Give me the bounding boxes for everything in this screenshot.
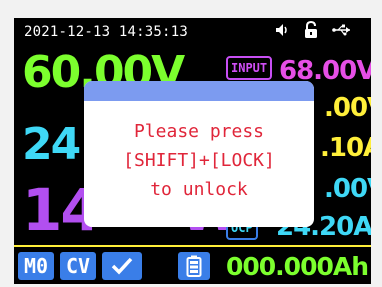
ovp-value: .00V [324, 174, 371, 204]
usb-icon [332, 24, 352, 40]
datetime-label: 2021-12-13 14:35:13 [24, 24, 188, 40]
output-current-value: .10A [320, 133, 371, 163]
unlock-dialog: Please press [SHIFT]+[LOCK] to unlock [84, 81, 314, 227]
power-supply-screen: 2021-12-13 14:35:13 60.00V 24 14 INPUT 6… [14, 18, 371, 284]
dialog-line-3: to unlock [150, 179, 248, 200]
input-tag: INPUT [226, 56, 273, 80]
dialog-line-2: [SHIFT]+[LOCK] [123, 150, 275, 171]
output-voltage-value: .00V [324, 93, 371, 123]
output-toggle-button[interactable] [102, 252, 142, 280]
dialog-header [84, 81, 314, 101]
speaker-icon [274, 22, 290, 42]
battery-button[interactable] [178, 252, 210, 280]
mode-button[interactable]: CV [60, 252, 96, 280]
dialog-message: Please press [SHIFT]+[LOCK] to unlock [84, 117, 314, 204]
battery-icon [186, 255, 202, 277]
capacity-readout: 000.000Ah [226, 252, 369, 281]
current-readout: 24 [22, 119, 81, 170]
checkmark-icon [111, 257, 133, 275]
unlocked-icon [303, 20, 319, 43]
dialog-line-1: Please press [133, 121, 265, 142]
memory-button[interactable]: M0 [18, 252, 54, 280]
divider [14, 245, 371, 247]
status-bar: 2021-12-13 14:35:13 [14, 18, 371, 44]
